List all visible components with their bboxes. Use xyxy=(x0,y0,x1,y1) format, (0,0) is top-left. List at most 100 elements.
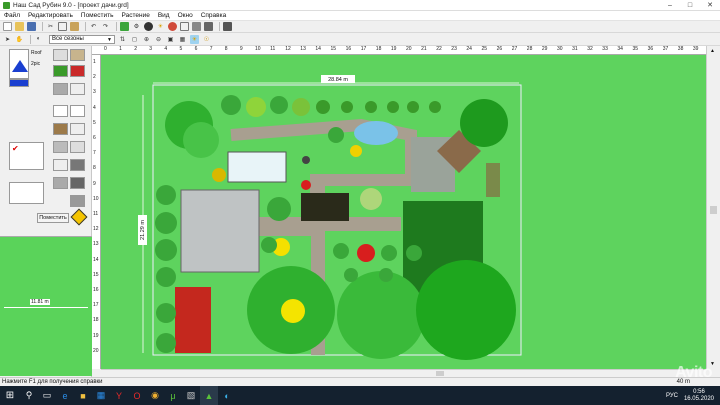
zoom-in-icon[interactable]: ⊕ xyxy=(142,35,151,44)
search-icon[interactable]: ⚲ xyxy=(20,386,38,405)
clock[interactable]: 0:56 16.05.2020 xyxy=(684,389,714,403)
close-icon[interactable]: ✕ xyxy=(700,0,720,11)
vertical-scrollbar[interactable]: ▲ ▼ xyxy=(706,46,720,369)
save-icon[interactable] xyxy=(27,22,36,31)
dots-tool[interactable] xyxy=(70,105,85,117)
chrome-icon[interactable]: ◉ xyxy=(146,386,164,405)
store-icon[interactable]: ▦ xyxy=(92,386,110,405)
layers-icon[interactable] xyxy=(192,22,201,31)
check-tool[interactable]: ✔ xyxy=(9,142,44,170)
measure-icon[interactable]: ⇅ xyxy=(118,35,127,44)
pond xyxy=(354,121,398,145)
plant-library-icon[interactable] xyxy=(120,22,129,31)
ruler-tick-label: 37 xyxy=(662,46,669,52)
lamp-tool[interactable] xyxy=(70,159,85,171)
chair-tool[interactable] xyxy=(70,177,85,189)
ruler-tick-label: 23 xyxy=(451,46,457,52)
sun-position-icon[interactable]: ☀ xyxy=(190,34,199,44)
menu-window[interactable]: Окно xyxy=(178,12,193,19)
path-tool[interactable] xyxy=(53,83,68,95)
sun-icon[interactable]: ☀ xyxy=(156,22,165,31)
ruler-tick-label: 3 xyxy=(93,89,96,96)
shrub xyxy=(379,268,393,282)
horizontal-scrollbar[interactable] xyxy=(101,369,706,377)
task-view-icon[interactable]: ▭ xyxy=(38,386,56,405)
zoom-window-icon[interactable]: ▣ xyxy=(166,35,175,44)
pan-icon[interactable]: ✋ xyxy=(15,35,24,44)
slope-tool[interactable] xyxy=(9,182,44,204)
maximize-icon[interactable]: □ xyxy=(680,0,700,11)
ruler-tick-label: 8 xyxy=(224,46,228,52)
zoom-all-icon[interactable]: ▦ xyxy=(178,35,187,44)
tile-tool[interactable] xyxy=(70,83,85,95)
cut-icon[interactable]: ✂ xyxy=(46,22,55,31)
ladder-tool[interactable] xyxy=(53,159,68,171)
wall-tool[interactable] xyxy=(53,49,68,61)
garden-canvas[interactable]: 28.84 m 21.29 m xyxy=(101,55,706,369)
new-file-icon[interactable] xyxy=(3,22,12,31)
windows-start-icon[interactable]: ⊞ xyxy=(0,386,20,405)
stairs-tool[interactable] xyxy=(70,195,85,207)
clock-time: 0:56 xyxy=(693,388,705,395)
arrow-tool[interactable] xyxy=(53,105,68,117)
menu-view[interactable]: Вид xyxy=(158,12,170,19)
minimize-icon[interactable]: – xyxy=(660,0,680,11)
zoom-fit-icon[interactable]: ◻ xyxy=(130,35,139,44)
ruler-tick-label: 13 xyxy=(93,241,99,248)
pond-tool[interactable] xyxy=(70,65,85,77)
fill-tool[interactable] xyxy=(9,79,29,87)
warning-icon[interactable] xyxy=(70,208,88,226)
redo-icon[interactable]: ↷ xyxy=(101,22,110,31)
bench-tool[interactable] xyxy=(53,123,68,135)
shadow-icon[interactable]: ☉ xyxy=(202,35,211,44)
bed-tool[interactable] xyxy=(53,65,68,77)
color-icon[interactable] xyxy=(168,22,177,31)
roof-tool[interactable] xyxy=(9,49,29,79)
menu-place[interactable]: Поместить xyxy=(81,12,114,19)
ruler-tick-label: 15 xyxy=(330,46,337,52)
season-select[interactable]: Все сезоны ▼ xyxy=(49,34,115,44)
menu-help[interactable]: Справка xyxy=(201,12,227,19)
place-button[interactable]: Поместить xyxy=(37,213,69,223)
lang-indicator[interactable]: РУС xyxy=(666,393,678,399)
scroll-thumb[interactable] xyxy=(710,206,717,214)
opera-icon[interactable]: O xyxy=(128,386,146,405)
pointer-icon[interactable]: ➤ xyxy=(3,35,12,44)
hscroll-thumb[interactable] xyxy=(436,371,444,376)
garden-app-icon[interactable]: ▲ xyxy=(200,386,218,405)
zoom-out-icon[interactable]: ⊖ xyxy=(154,35,163,44)
undo-icon[interactable]: ↶ xyxy=(89,22,98,31)
fence-tool[interactable] xyxy=(70,49,85,61)
print-icon[interactable] xyxy=(204,22,213,31)
paste-icon[interactable] xyxy=(70,22,79,31)
edge-2-icon[interactable]: ◐ xyxy=(218,386,236,405)
shrub xyxy=(341,101,353,113)
ruler-tick-label: 35 xyxy=(632,46,639,52)
utorrent-icon[interactable]: μ xyxy=(164,386,182,405)
scroll-up-icon[interactable]: ▲ xyxy=(710,48,715,54)
ruler-tick-label: 3 xyxy=(149,46,153,52)
menu-edit[interactable]: Редактировать xyxy=(28,12,73,19)
open-folder-icon[interactable] xyxy=(15,22,24,31)
calculator-icon[interactable] xyxy=(223,22,232,31)
edge-icon[interactable]: e xyxy=(56,386,74,405)
ruler-tick-label: 10 xyxy=(255,46,261,52)
ruler-tick-label: 10 xyxy=(93,195,99,202)
menu-plant[interactable]: Растение xyxy=(121,12,149,19)
ruler-tick-label: 17 xyxy=(93,302,99,309)
globe-icon[interactable]: ◐ xyxy=(34,35,43,44)
folder-icon[interactable]: ■ xyxy=(74,386,92,405)
yandex-icon[interactable]: Y xyxy=(110,386,128,405)
settings-icon[interactable]: ⚙ xyxy=(132,22,141,31)
grid-tool[interactable] xyxy=(53,141,68,153)
gate-tool[interactable] xyxy=(70,141,85,153)
table-tool[interactable] xyxy=(53,177,68,189)
grid-icon[interactable] xyxy=(180,22,189,31)
view-3d-icon[interactable] xyxy=(144,22,153,31)
preview-dimension-line xyxy=(4,307,88,308)
menu-file[interactable]: Файл xyxy=(4,12,20,19)
copy-icon[interactable] xyxy=(58,22,67,31)
files-icon[interactable]: ▧ xyxy=(182,386,200,405)
arch-tool[interactable] xyxy=(70,123,85,135)
width-dimension-label: 28.84 m xyxy=(328,77,348,83)
